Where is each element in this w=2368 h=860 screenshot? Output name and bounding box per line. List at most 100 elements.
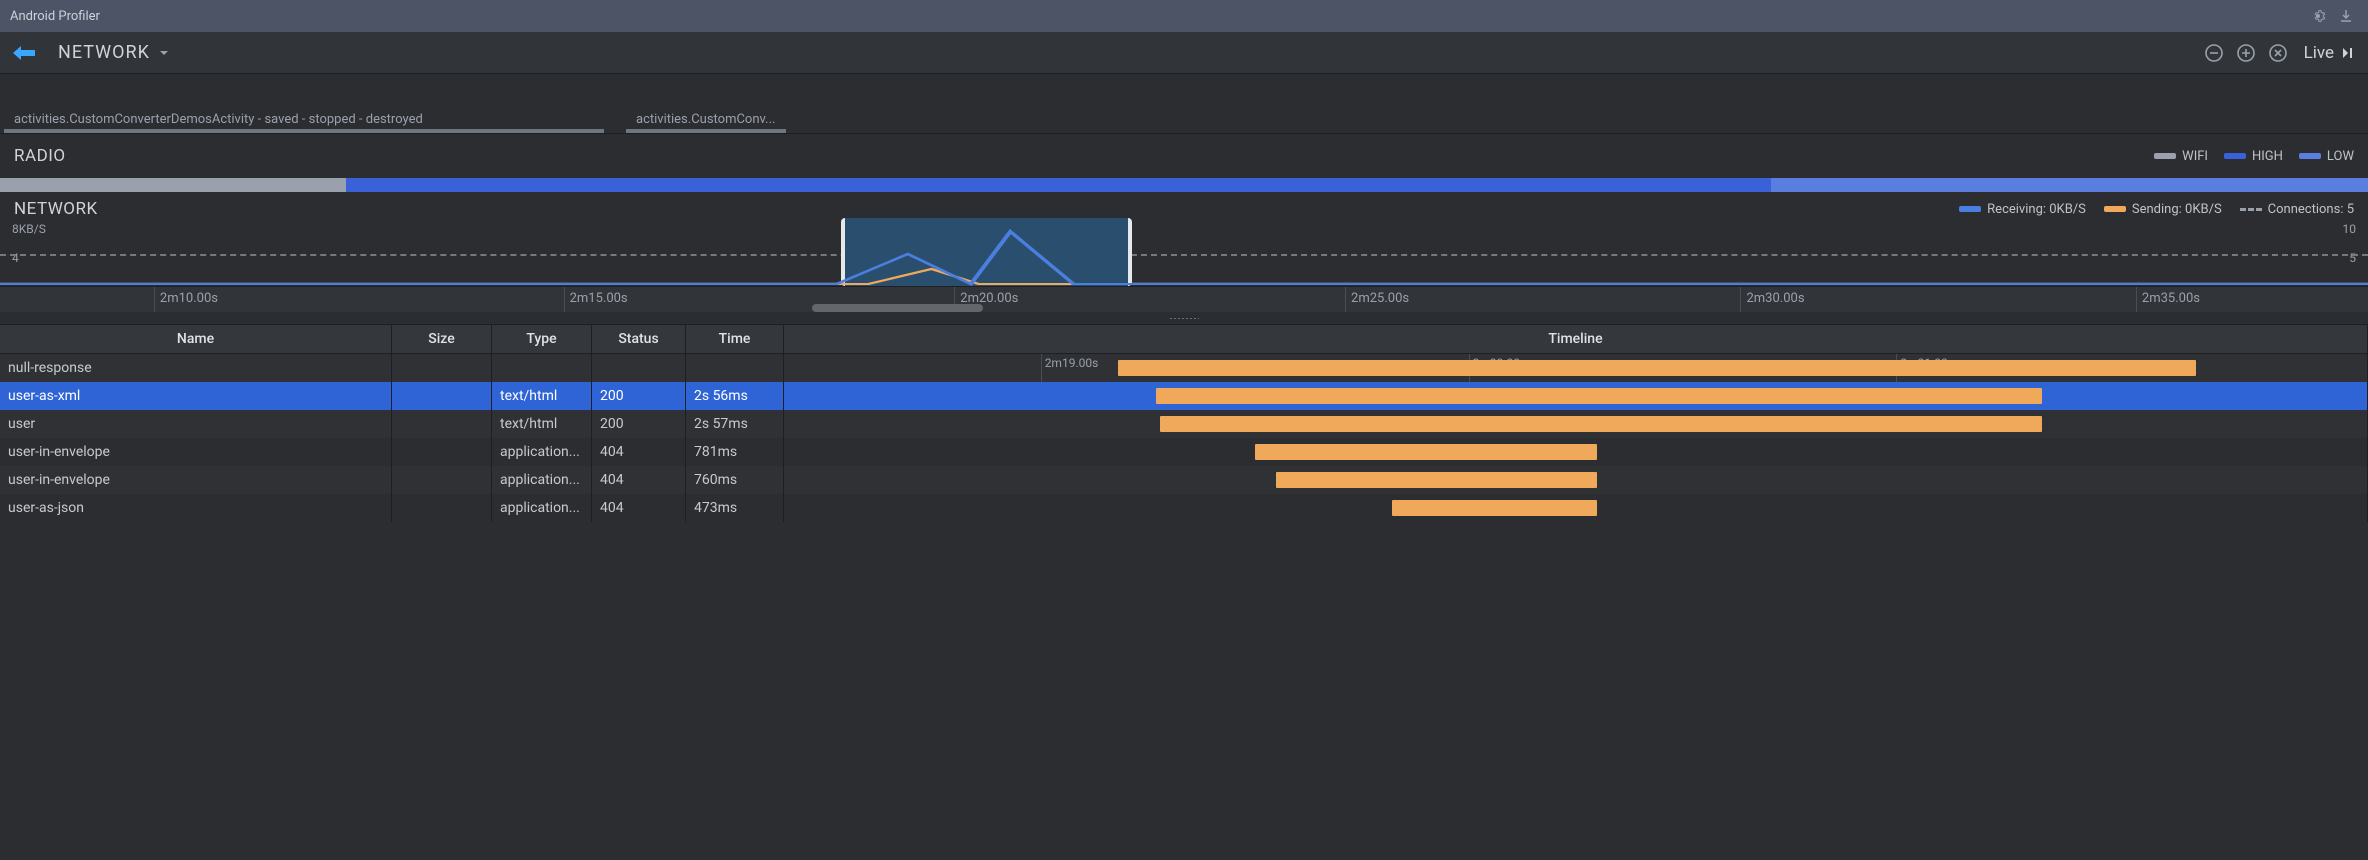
radio-legend: WIFI HIGH LOW <box>2154 149 2354 164</box>
legend-high: HIGH <box>2224 149 2283 164</box>
activity-bar-b <box>626 129 786 133</box>
network-lines <box>0 222 2368 286</box>
window-title: Android Profiler <box>10 9 2302 24</box>
time-axis[interactable]: 2m10.00s2m15.00s2m20.00s2m25.00s2m30.00s… <box>0 286 2368 312</box>
cell-size <box>392 494 492 522</box>
cell-time: 760ms <box>686 466 784 494</box>
header-timeline[interactable]: Timeline <box>784 325 2368 353</box>
section-dropdown[interactable]: NETWORK <box>48 37 180 69</box>
live-button[interactable]: Live <box>2304 43 2354 63</box>
cell-size <box>392 410 492 438</box>
cell-size <box>392 354 492 382</box>
time-scrollbar-thumb[interactable] <box>812 304 982 312</box>
cell-size <box>392 438 492 466</box>
cell-timeline <box>784 466 2368 494</box>
header-size[interactable]: Size <box>392 325 492 353</box>
cell-type <box>492 354 592 382</box>
table-row[interactable]: user-in-envelope application...404760ms <box>0 466 2368 494</box>
cell-name: user-as-xml <box>0 382 392 410</box>
go-live-icon <box>2340 46 2354 60</box>
table-row[interactable]: user-as-json application...404473ms <box>0 494 2368 522</box>
section-label: NETWORK <box>58 42 150 63</box>
cell-status <box>592 354 686 382</box>
cell-timeline <box>784 410 2368 438</box>
cell-type: text/html <box>492 410 592 438</box>
header-time[interactable]: Time <box>686 325 784 353</box>
legend-low: LOW <box>2299 149 2354 164</box>
timeline-bar <box>1156 388 2042 404</box>
cell-name: user <box>0 410 392 438</box>
cell-time <box>686 354 784 382</box>
timeline-tick-label: 2m19.00s <box>1041 356 1099 370</box>
cell-status: 200 <box>592 410 686 438</box>
cell-name: null-response <box>0 354 392 382</box>
chevron-down-icon <box>158 47 170 59</box>
back-button[interactable] <box>10 39 38 67</box>
timeline-bar <box>1392 500 1597 516</box>
axis-tick-label: 2m35.00s <box>2136 291 2200 306</box>
cell-size <box>392 382 492 410</box>
network-header: NETWORK Receiving: 0KB/S Sending: 0KB/S … <box>0 192 2368 222</box>
axis-tick-label: 2m25.00s <box>1345 291 1409 306</box>
radio-segment-wifi <box>0 178 346 192</box>
split-handle[interactable] <box>0 312 2368 324</box>
cell-type: application... <box>492 466 592 494</box>
header-status[interactable]: Status <box>592 325 686 353</box>
cell-type: application... <box>492 438 592 466</box>
cell-time: 2s 56ms <box>686 382 784 410</box>
cell-time: 473ms <box>686 494 784 522</box>
download-icon[interactable] <box>2334 4 2358 28</box>
table-row[interactable]: user-in-envelope application...404781ms <box>0 438 2368 466</box>
cell-size <box>392 466 492 494</box>
legend-connections: Connections: 5 <box>2240 202 2354 217</box>
gear-icon[interactable] <box>2306 4 2330 28</box>
table-row[interactable]: user-as-xml text/html2002s 56ms <box>0 382 2368 410</box>
live-label: Live <box>2304 43 2334 63</box>
network-chart[interactable]: 8KB/S 4 10 5 <box>0 222 2368 286</box>
table-header: Name Size Type Status Time Timeline <box>0 324 2368 354</box>
axis-tick-label: 2m15.00s <box>564 291 628 306</box>
cell-status: 404 <box>592 494 686 522</box>
header-name[interactable]: Name <box>0 325 392 353</box>
axis-tick-label: 2m10.00s <box>154 291 218 306</box>
zoom-in-button[interactable] <box>2232 39 2260 67</box>
activity-label-b: activities.CustomConv... <box>636 112 775 127</box>
radio-segment-high <box>346 178 1030 192</box>
timeline-bar <box>1118 360 2196 376</box>
cell-type: text/html <box>492 382 592 410</box>
cell-status: 404 <box>592 438 686 466</box>
cell-status: 404 <box>592 466 686 494</box>
cell-time: 781ms <box>686 438 784 466</box>
legend-wifi: WIFI <box>2154 149 2208 164</box>
timeline-bar <box>1160 416 2041 432</box>
legend-sending: Sending: 0KB/S <box>2104 202 2222 217</box>
cell-name: user-in-envelope <box>0 438 392 466</box>
cell-timeline <box>784 382 2368 410</box>
axis-tick-label: 2m30.00s <box>1740 291 1804 306</box>
cell-status: 200 <box>592 382 686 410</box>
cell-name: user-as-json <box>0 494 392 522</box>
cell-time: 2s 57ms <box>686 410 784 438</box>
network-legend: Receiving: 0KB/S Sending: 0KB/S Connecti… <box>1959 202 2354 217</box>
activity-strip: activities.CustomConverterDemosActivity … <box>0 74 2368 134</box>
request-table: Name Size Type Status Time Timeline null… <box>0 324 2368 860</box>
radio-header: RADIO WIFI HIGH LOW <box>0 134 2368 178</box>
table-row[interactable]: null-response 2m19.00s2m20.00s2m21.00s <box>0 354 2368 382</box>
cell-type: application... <box>492 494 592 522</box>
cell-timeline <box>784 438 2368 466</box>
cell-timeline: 2m19.00s2m20.00s2m21.00s <box>784 354 2368 382</box>
radio-label: RADIO <box>14 146 66 166</box>
activity-bar-a <box>4 129 604 133</box>
radio-segment-low <box>1771 178 2368 192</box>
header-type[interactable]: Type <box>492 325 592 353</box>
timeline-bar <box>1255 444 1597 460</box>
zoom-out-button[interactable] <box>2200 39 2228 67</box>
titlebar: Android Profiler <box>0 0 2368 32</box>
cell-name: user-in-envelope <box>0 466 392 494</box>
profiler-toolbar: NETWORK Live <box>0 32 2368 74</box>
activity-label-a: activities.CustomConverterDemosActivity … <box>14 112 423 127</box>
radio-bar[interactable] <box>0 178 2368 192</box>
zoom-reset-button[interactable] <box>2264 39 2292 67</box>
timeline-bar <box>1276 472 1597 488</box>
table-row[interactable]: user text/html2002s 57ms <box>0 410 2368 438</box>
